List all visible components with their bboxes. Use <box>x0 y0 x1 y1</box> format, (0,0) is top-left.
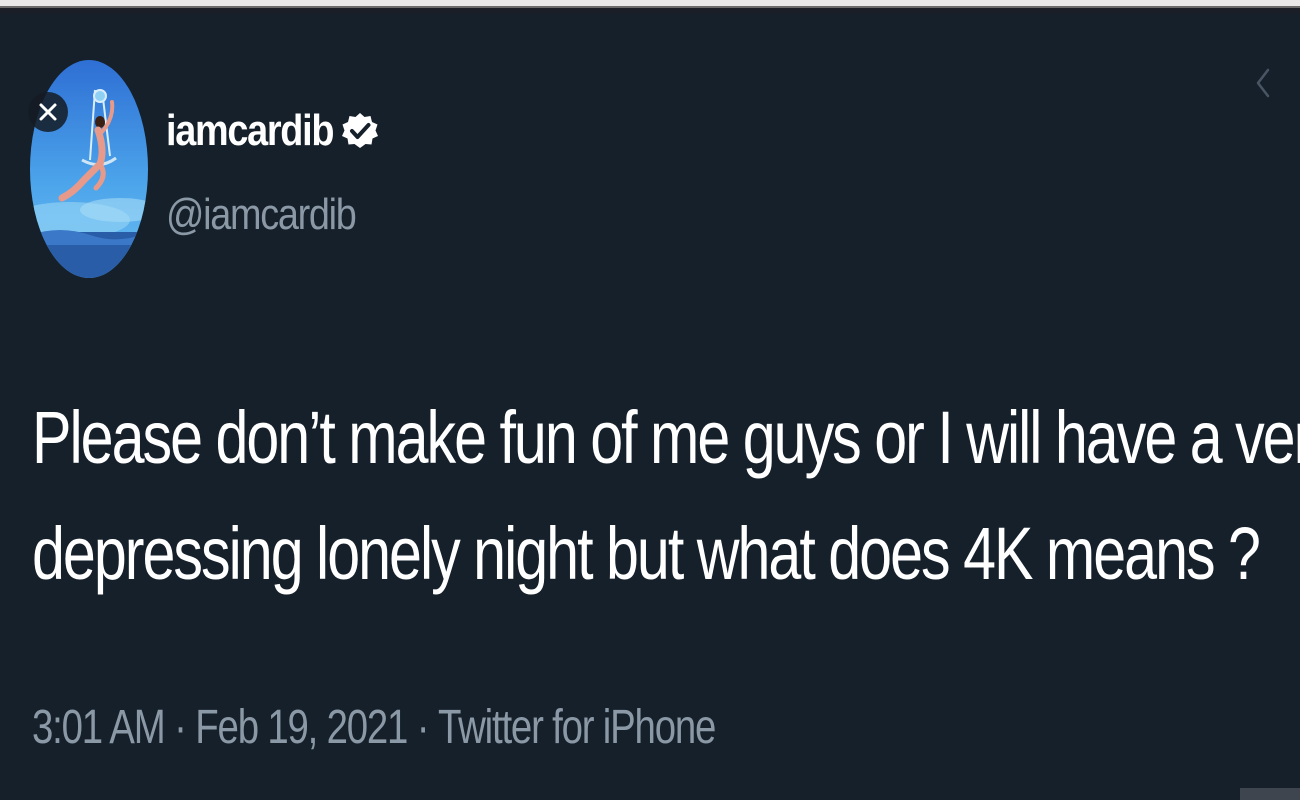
tweet-text: Please don’t make fun of me guys or I wi… <box>32 380 1300 612</box>
tweet-time[interactable]: 3:01 AM <box>32 700 166 755</box>
author-handle[interactable]: @iamcardib <box>166 190 357 240</box>
meta-separator: · <box>416 701 430 754</box>
tweet-text-line: Please don’t make fun of me guys or I wi… <box>32 396 1300 479</box>
top-border <box>0 0 1300 8</box>
corner-shade <box>1240 788 1300 800</box>
tweet-date[interactable]: Feb 19, 2021 <box>195 700 408 755</box>
chevron-left-icon <box>1256 68 1270 98</box>
tweet-source[interactable]: Twitter for iPhone <box>438 700 716 755</box>
author-display-name[interactable]: iamcardib <box>166 106 334 156</box>
tweet-screenshot: iamcardib @iamcardib Please don’t make f… <box>0 0 1300 800</box>
tweet-text-line: depressing lonely night but what does 4K… <box>32 512 1261 595</box>
top-border-shadow <box>0 8 1300 14</box>
tweet-meta: 3:01 AM · Feb 19, 2021 · Twitter for iPh… <box>32 700 716 755</box>
close-button[interactable] <box>28 92 68 132</box>
verified-badge-icon <box>342 113 379 148</box>
meta-separator: · <box>174 701 187 754</box>
back-button[interactable] <box>1250 64 1274 102</box>
author-name-row[interactable]: iamcardib <box>166 96 380 166</box>
close-icon <box>39 103 57 121</box>
